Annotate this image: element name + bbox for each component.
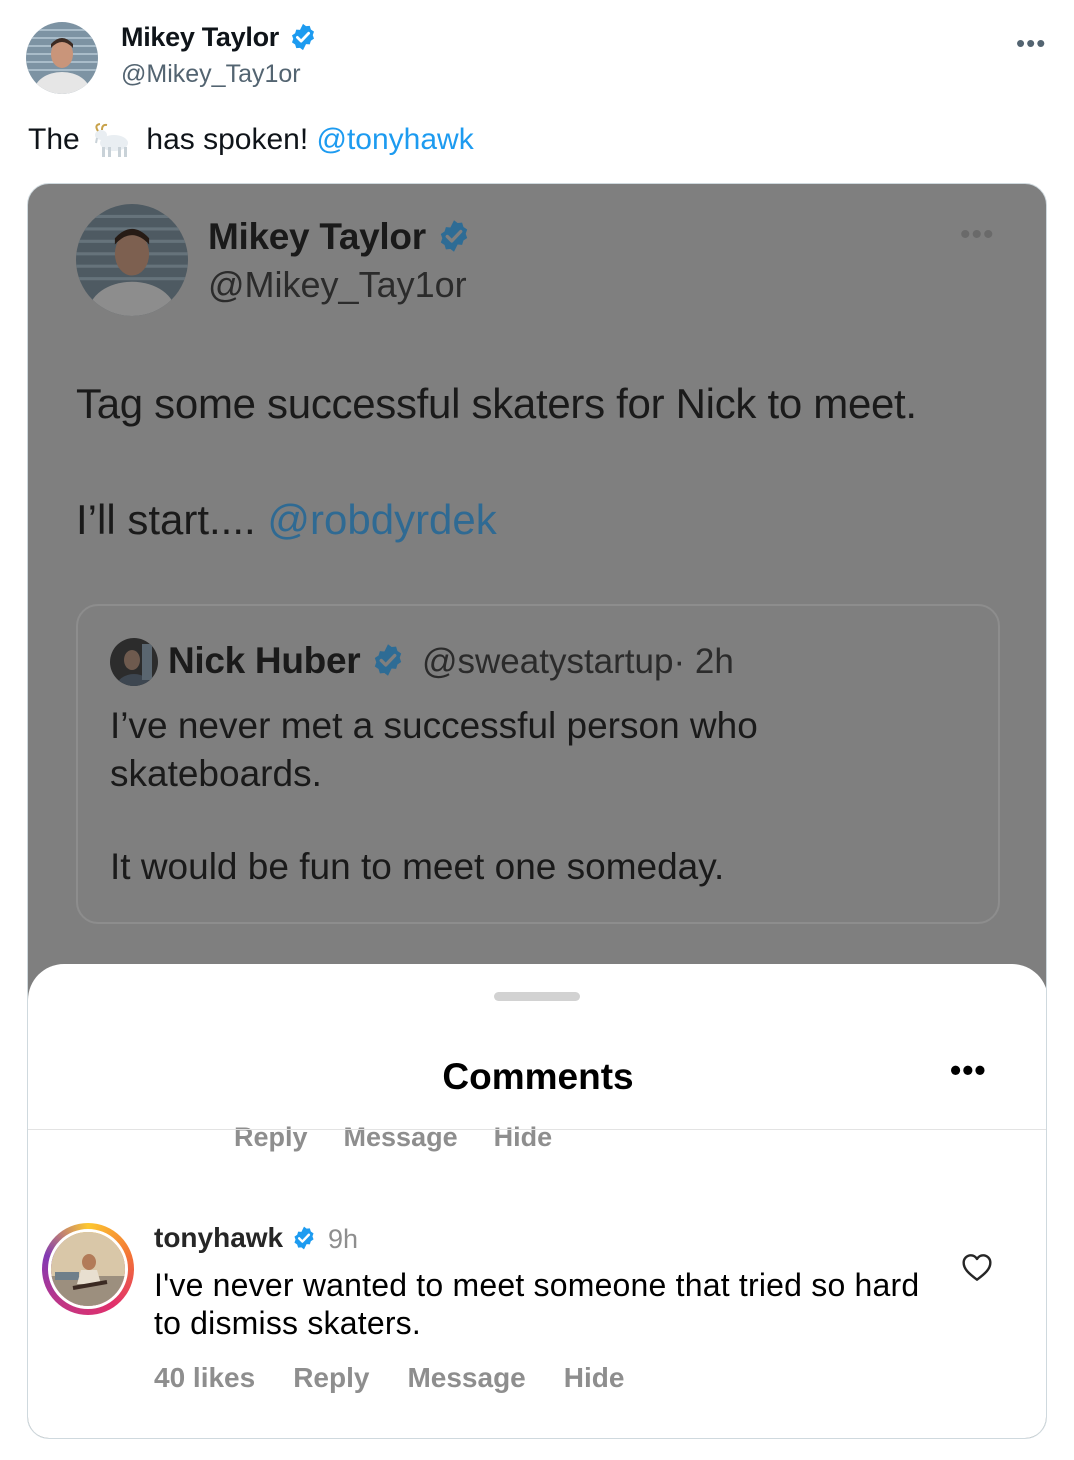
tweet-text-before: The xyxy=(28,123,80,156)
more-horizontal-icon[interactable]: ••• xyxy=(1016,28,1046,59)
message-action: Message xyxy=(407,1362,526,1393)
quoted-tweet-line2: It would be fun to meet one someday. xyxy=(110,846,725,887)
screenshot-tweet-line1: Tag some successful skaters for Nick to … xyxy=(76,380,917,427)
screenshot-author-handle: @Mikey_Tay1or xyxy=(208,264,467,305)
screenshot-author-avatar xyxy=(76,204,188,316)
verified-badge-icon xyxy=(292,23,315,50)
verified-badge-icon xyxy=(294,1226,314,1249)
heart-icon xyxy=(961,1252,993,1282)
comment-time: 9h xyxy=(328,1224,359,1254)
quoted-time: · 2h xyxy=(673,642,734,681)
commenter-username: tonyhawk xyxy=(154,1222,317,1254)
author-name[interactable]: Mikey Taylor xyxy=(121,22,318,53)
screenshot-media[interactable]: Mikey Taylor @Mikey_Tay1or ••• Tag some … xyxy=(27,183,1047,1439)
comment-actions: 40 likes Reply Message Hide xyxy=(154,1362,662,1394)
quoted-tweet-line1: I’ve never met a successful person who s… xyxy=(110,705,758,794)
comments-sheet: Comments ••• Reply Message Hide tonyhawk xyxy=(28,964,1046,1438)
quoted-author-name: Nick Huber xyxy=(168,640,406,682)
commenter-avatar xyxy=(48,1229,128,1309)
quoted-author-handle-time: @sweatystartup· 2h xyxy=(422,642,734,682)
previous-comment-actions: Reply Message Hide xyxy=(234,1122,588,1152)
reply-action: Reply xyxy=(234,1122,308,1152)
quoted-author-name-text: Nick Huber xyxy=(168,640,361,681)
comments-title: Comments xyxy=(442,1056,634,1097)
mention-link[interactable]: @tonyhawk xyxy=(317,123,474,156)
sheet-grabber-handle xyxy=(494,992,580,1001)
screenshot-author-name-text: Mikey Taylor xyxy=(208,216,426,257)
quoted-author-handle: @sweatystartup xyxy=(422,642,674,681)
verified-badge-icon xyxy=(440,220,467,252)
screenshot-mention: @robdyrdek xyxy=(267,496,497,543)
screenshot-author-name: Mikey Taylor xyxy=(208,216,472,258)
author-handle[interactable]: @Mikey_Tay1or xyxy=(121,60,301,89)
quoted-author-avatar xyxy=(110,638,158,686)
divider xyxy=(28,1129,1046,1130)
screenshot-line2-text: I’ll start.... xyxy=(76,496,256,543)
goat-emoji-icon xyxy=(92,123,134,159)
reply-action: Reply xyxy=(293,1362,370,1393)
message-action: Message xyxy=(343,1122,458,1152)
tweet-text-after: has spoken! xyxy=(146,123,309,156)
verified-badge-icon xyxy=(375,644,402,676)
quoted-tweet: Nick Huber @sweatystartup· 2h I’ve never… xyxy=(76,604,1000,924)
author-name-text: Mikey Taylor xyxy=(121,22,279,52)
commenter-username-text: tonyhawk xyxy=(154,1222,284,1253)
hide-action: Hide xyxy=(493,1122,553,1152)
tweet-text: The has spoken! @tonyhawk xyxy=(28,121,474,159)
more-horizontal-icon: ••• xyxy=(950,1052,987,1088)
likes-count: 40 likes xyxy=(154,1362,256,1393)
comment-text: I've never wanted to meet someone that t… xyxy=(154,1267,920,1341)
author-avatar[interactable] xyxy=(26,22,98,94)
more-horizontal-icon: ••• xyxy=(960,218,995,251)
screenshot-tweet-line2: I’ll start.... @robdyrdek xyxy=(76,496,497,544)
hide-action: Hide xyxy=(563,1362,625,1393)
